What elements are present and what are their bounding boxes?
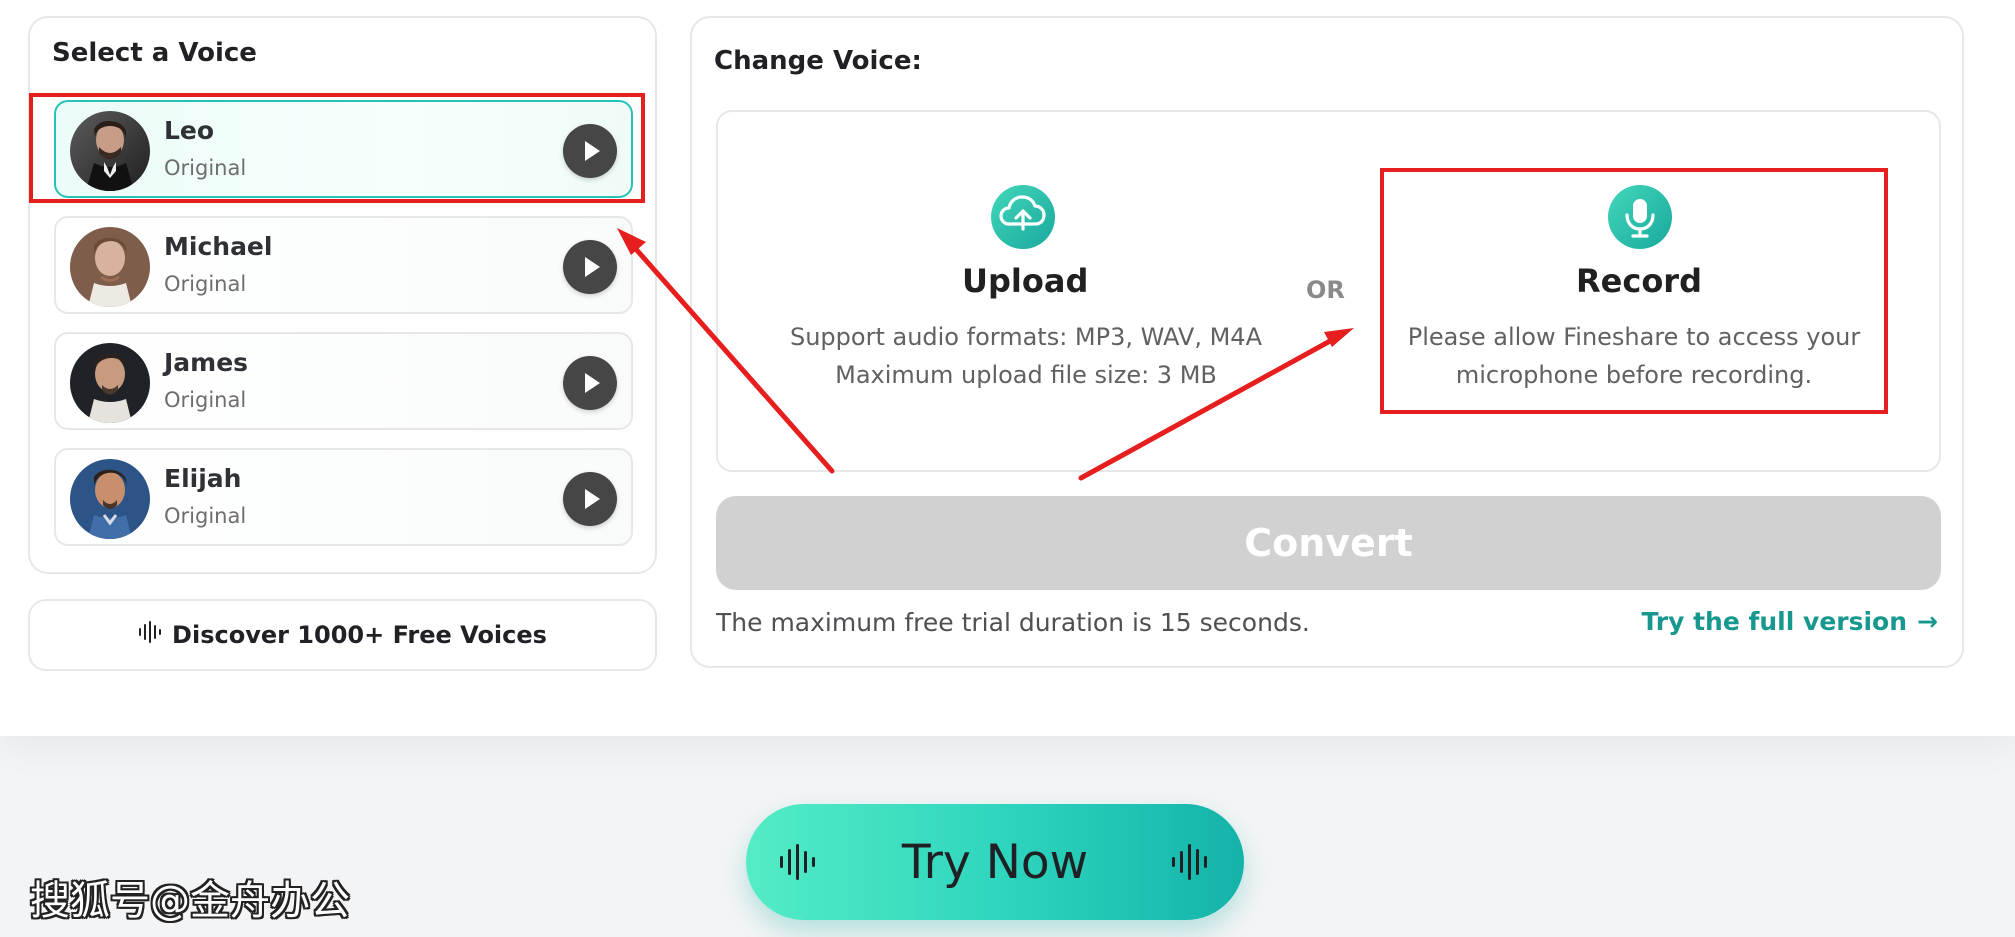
audio-input-box: Upload Support audio formats: MP3, WAV, … — [716, 110, 1941, 472]
voice-name-michael: Michael — [164, 232, 273, 261]
record-description: Please allow Fineshare to access your mi… — [1384, 318, 1884, 394]
change-voice-title: Change Voice: — [714, 46, 922, 76]
play-icon — [585, 489, 600, 509]
try-full-version-link[interactable]: Try the full version → — [1641, 607, 1938, 636]
record-heading: Record — [1576, 262, 1702, 300]
or-separator: OR — [1306, 276, 1345, 304]
voice-card-michael[interactable]: Michael Original — [54, 216, 633, 314]
voice-card-james[interactable]: James Original — [54, 332, 633, 430]
voice-name-leo: Leo — [164, 116, 215, 145]
discover-free-voices-button[interactable]: Discover 1000+ Free Voices — [28, 599, 657, 671]
play-icon — [585, 373, 600, 393]
play-button-elijah[interactable] — [563, 472, 617, 526]
voice-name-james: James — [164, 348, 249, 377]
sound-wave-icon — [1170, 841, 1212, 887]
upload-size-text: Maximum upload file size: 3 MB — [835, 361, 1217, 389]
upload-description: Support audio formats: MP3, WAV, M4A Max… — [776, 318, 1276, 394]
try-full-version-label: Try the full version — [1641, 607, 1908, 636]
voice-card-leo[interactable]: Leo Original — [54, 100, 633, 198]
upload-format-text: Support audio formats: MP3, WAV, M4A — [789, 323, 1262, 351]
avatar-james — [70, 343, 150, 423]
voice-selection-panel: Select a Voice Leo Original Michael Orig… — [28, 16, 657, 574]
play-icon — [585, 257, 600, 277]
main-content-area: Select a Voice Leo Original Michael Orig… — [0, 0, 2015, 736]
avatar-michael — [70, 227, 150, 307]
convert-button[interactable]: Convert — [716, 496, 1941, 590]
microphone-icon[interactable] — [1608, 185, 1672, 249]
try-now-button[interactable]: Try Now — [746, 804, 1244, 920]
arrow-right-icon: → — [1917, 607, 1938, 636]
discover-free-voices-content: Discover 1000+ Free Voices — [30, 601, 655, 669]
voice-subtitle-elijah: Original — [164, 504, 247, 528]
play-button-leo[interactable] — [563, 124, 617, 178]
avatar-elijah — [70, 459, 150, 539]
voice-name-elijah: Elijah — [164, 464, 242, 493]
discover-free-voices-label: Discover 1000+ Free Voices — [172, 621, 547, 649]
voice-subtitle-michael: Original — [164, 272, 247, 296]
avatar-leo — [70, 111, 150, 191]
play-button-james[interactable] — [563, 356, 617, 410]
sound-wave-icon — [138, 620, 162, 650]
record-permission-text-line1: Please allow Fineshare to access your — [1407, 323, 1861, 351]
voice-subtitle-leo: Original — [164, 156, 247, 180]
cloud-upload-icon[interactable] — [991, 185, 1055, 249]
watermark: 搜狐号@金舟办公 — [30, 878, 350, 924]
select-voice-title: Select a Voice — [52, 38, 257, 68]
upload-heading: Upload — [962, 262, 1089, 300]
trial-duration-text: The maximum free trial duration is 15 se… — [716, 608, 1310, 637]
voice-subtitle-james: Original — [164, 388, 247, 412]
record-permission-text-line2: microphone before recording. — [1455, 361, 1813, 389]
play-button-michael[interactable] — [563, 240, 617, 294]
voice-card-elijah[interactable]: Elijah Original — [54, 448, 633, 546]
change-voice-panel: Change Voice: Upload Support audio forma… — [690, 16, 1964, 668]
play-icon — [585, 141, 600, 161]
